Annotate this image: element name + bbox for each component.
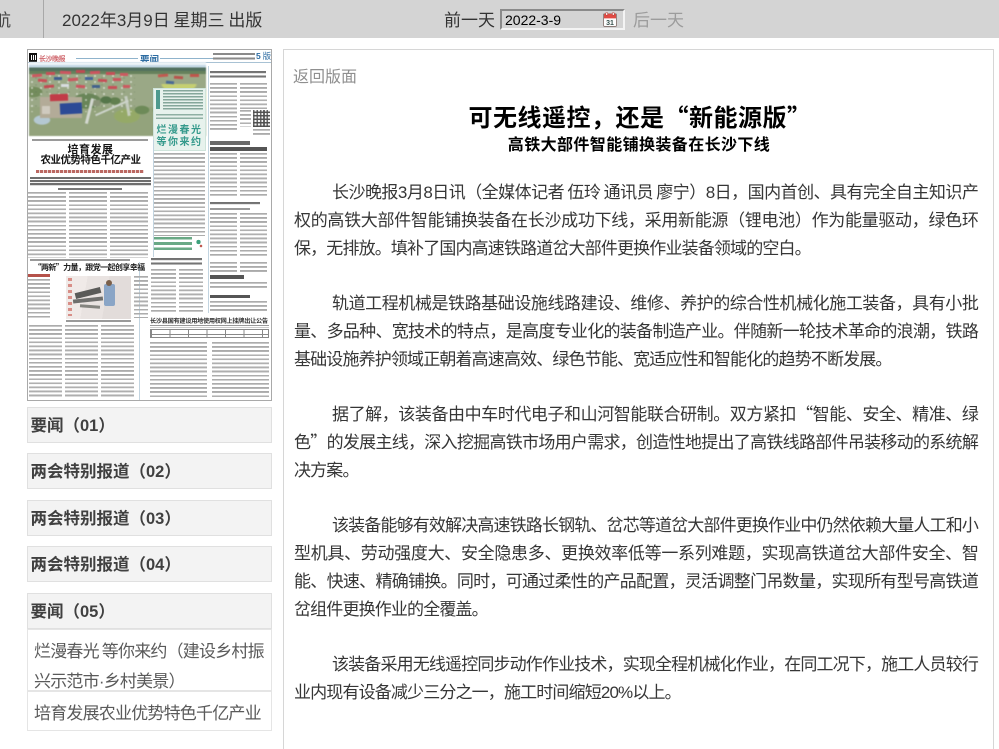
svg-text:31: 31 — [606, 20, 614, 27]
